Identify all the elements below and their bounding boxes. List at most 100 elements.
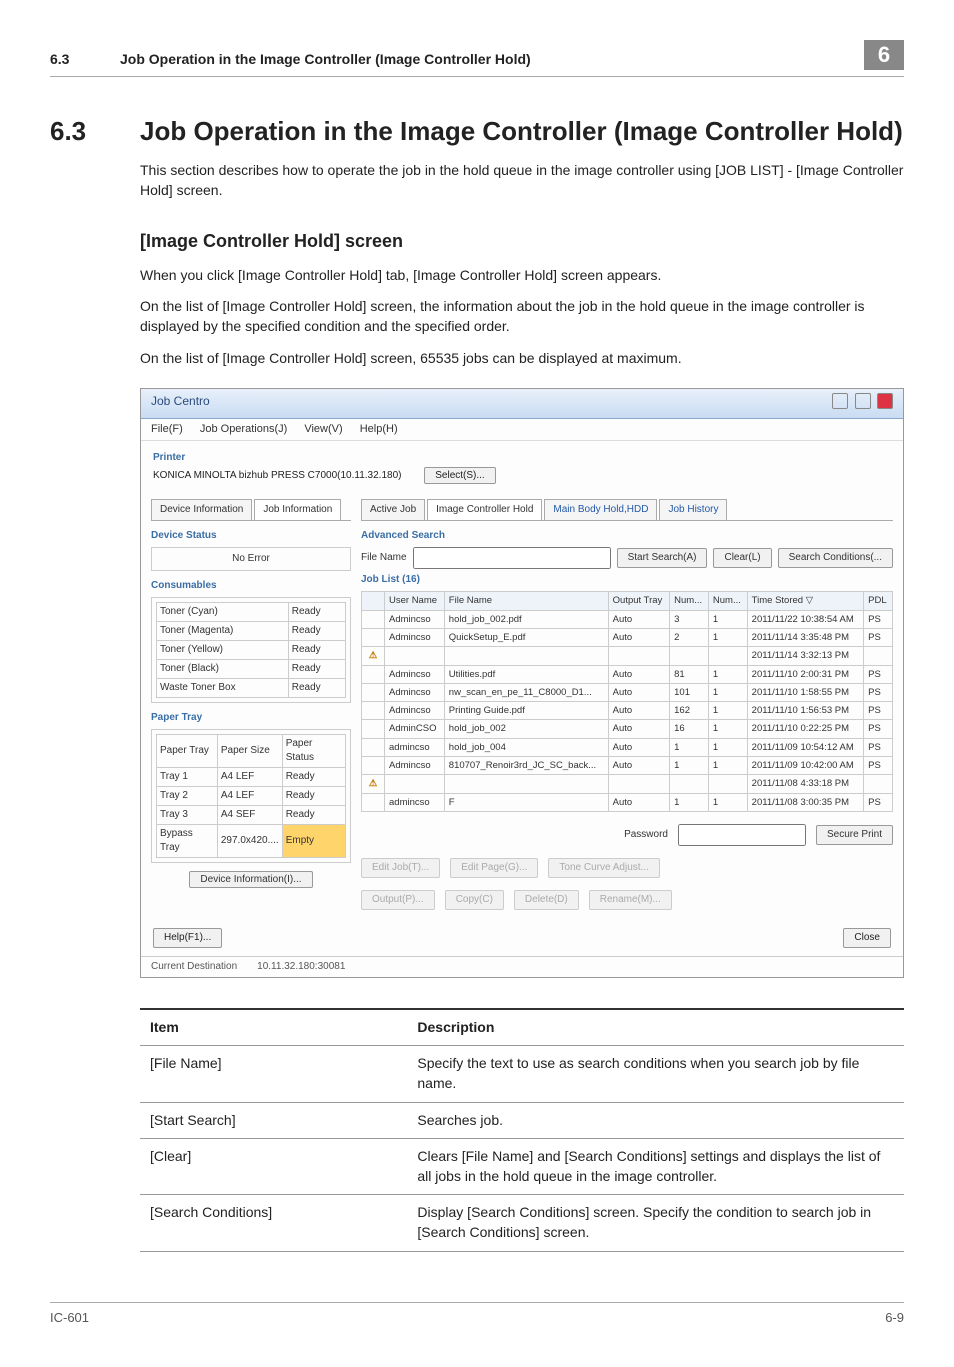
tab-main-body-hold[interactable]: Main Body Hold,HDD: [544, 499, 657, 520]
copy-button[interactable]: Copy(C): [445, 890, 504, 910]
job-row[interactable]: AdmincsoPrinting Guide.pdfAuto16212011/1…: [362, 702, 893, 720]
job-row[interactable]: ⚠2011/11/08 4:33:18 PM: [362, 775, 893, 793]
job-row[interactable]: AdmincsoUtilities.pdfAuto8112011/11/10 2…: [362, 665, 893, 683]
tone-curve-button[interactable]: Tone Curve Adjust...: [548, 858, 660, 878]
consumables-label: Consumables: [151, 579, 351, 593]
password-label: Password: [624, 828, 668, 842]
h1-title: Job Operation in the Image Controller (I…: [140, 113, 903, 149]
col-num1[interactable]: Num...: [670, 592, 709, 610]
desc-text: Display [Search Conditions] screen. Spec…: [407, 1195, 904, 1251]
toner-name: Waste Toner Box: [157, 679, 289, 698]
tray-size: A4 LEF: [217, 768, 282, 787]
printer-label: Printer: [153, 451, 891, 465]
job-row[interactable]: AdmincsoQuickSetup_E.pdfAuto212011/11/14…: [362, 628, 893, 646]
output-button[interactable]: Output(P)...: [361, 890, 435, 910]
status-destination-label: Current Destination: [151, 960, 237, 974]
tray-size: 297.0x420....: [217, 825, 282, 858]
job-row[interactable]: Admincsonw_scan_en_pe_11_C8000_D1...Auto…: [362, 683, 893, 701]
advanced-search-label: Advanced Search: [361, 529, 893, 543]
col-output[interactable]: Output Tray: [608, 592, 669, 610]
col-pdl[interactable]: PDL: [864, 592, 893, 610]
tab-image-controller-hold[interactable]: Image Controller Hold: [427, 499, 542, 520]
desc-text: Searches job.: [407, 1102, 904, 1139]
device-information-button[interactable]: Device Information(I)...: [189, 871, 312, 888]
paper-tray-table: Paper TrayPaper SizePaper StatusTray 1A4…: [156, 734, 346, 858]
device-status-label: Device Status: [151, 529, 351, 543]
col-time[interactable]: Time Stored ▽: [747, 592, 863, 610]
secure-print-button[interactable]: Secure Print: [816, 825, 893, 845]
job-row[interactable]: AdminCSOhold_job_002Auto1612011/11/10 0:…: [362, 720, 893, 738]
tray-size: A4 SEF: [217, 806, 282, 825]
edit-job-button[interactable]: Edit Job(T)...: [361, 858, 440, 878]
app-menu: File(F) Job Operations(J) View(V) Help(H…: [141, 419, 903, 441]
para-3: On the list of [Image Controller Hold] s…: [140, 349, 904, 369]
h1-number: 6.3: [50, 113, 140, 149]
job-row[interactable]: Admincso810707_Renoir3rd_JC_SC_back...Au…: [362, 757, 893, 775]
tray-name: Bypass Tray: [157, 825, 218, 858]
para-1: When you click [Image Controller Hold] t…: [140, 266, 904, 286]
menu-file[interactable]: File(F): [151, 423, 183, 435]
col-user[interactable]: User Name: [385, 592, 445, 610]
desc-item: [Start Search]: [140, 1102, 407, 1139]
minimize-icon[interactable]: [832, 393, 848, 409]
col-num2[interactable]: Num...: [708, 592, 747, 610]
job-row[interactable]: admincsoFAuto112011/11/08 3:00:35 PMPS: [362, 793, 893, 811]
tray-head-2: Paper Size: [217, 735, 282, 768]
warning-icon: ⚠: [366, 777, 380, 790]
close-icon[interactable]: [877, 393, 893, 409]
toner-table: Toner (Cyan)ReadyToner (Magenta)ReadyTon…: [156, 602, 346, 698]
select-printer-button[interactable]: Select(S)...: [424, 467, 495, 484]
tray-status: Ready: [282, 806, 345, 825]
menu-jobops[interactable]: Job Operations(J): [200, 423, 287, 435]
app-screenshot: Job Centro File(F) Job Operations(J) Vie…: [140, 388, 904, 978]
rename-button[interactable]: Rename(M)...: [589, 890, 672, 910]
edit-page-button[interactable]: Edit Page(G)...: [450, 858, 538, 878]
search-conditions-button[interactable]: Search Conditions(...: [778, 548, 893, 568]
toner-status: Ready: [288, 622, 345, 641]
tray-name: Tray 2: [157, 787, 218, 806]
desc-text: Specify the text to use as search condit…: [407, 1046, 904, 1102]
tab-active-job[interactable]: Active Job: [361, 499, 425, 520]
description-table: Item Description [File Name]Specify the …: [140, 1008, 904, 1252]
footer-right: 6-9: [885, 1309, 904, 1327]
tab-job-history[interactable]: Job History: [659, 499, 727, 520]
job-list-table[interactable]: User Name File Name Output Tray Num... N…: [361, 591, 893, 812]
desc-col-description: Description: [407, 1009, 904, 1046]
toner-status: Ready: [288, 641, 345, 660]
device-status-value: No Error: [151, 547, 351, 571]
start-search-button[interactable]: Start Search(A): [617, 548, 708, 568]
clear-button[interactable]: Clear(L): [713, 548, 771, 568]
maximize-icon[interactable]: [855, 393, 871, 409]
toner-name: Toner (Cyan): [157, 603, 289, 622]
delete-button[interactable]: Delete(D): [514, 890, 579, 910]
file-name-input[interactable]: [413, 547, 611, 569]
desc-text: Clears [File Name] and [Search Condition…: [407, 1139, 904, 1195]
intro-text: This section describes how to operate th…: [140, 161, 904, 200]
job-list-label: Job List (16): [361, 573, 893, 587]
job-row[interactable]: Admincsohold_job_002.pdfAuto312011/11/22…: [362, 610, 893, 628]
tray-head-1: Paper Tray: [157, 735, 218, 768]
help-button[interactable]: Help(F1)...: [153, 928, 222, 948]
tab-job-information[interactable]: Job Information: [254, 499, 341, 520]
tab-device-information[interactable]: Device Information: [151, 499, 252, 520]
col-file[interactable]: File Name: [444, 592, 608, 610]
password-input[interactable]: [678, 824, 806, 846]
tray-head-3: Paper Status: [282, 735, 345, 768]
status-destination-value: 10.11.32.180:30081: [257, 960, 345, 974]
desc-item: [Search Conditions]: [140, 1195, 407, 1251]
chapter-badge: 6: [864, 40, 904, 70]
toner-name: Toner (Black): [157, 660, 289, 679]
desc-item: [Clear]: [140, 1139, 407, 1195]
tray-status: Ready: [282, 768, 345, 787]
toner-status: Ready: [288, 603, 345, 622]
close-button[interactable]: Close: [843, 928, 891, 948]
menu-help[interactable]: Help(H): [360, 423, 398, 435]
printer-name: KONICA MINOLTA bizhub PRESS C7000(10.11.…: [153, 470, 401, 481]
h2-title: [Image Controller Hold] screen: [140, 229, 904, 254]
job-row[interactable]: admincsohold_job_004Auto112011/11/09 10:…: [362, 738, 893, 756]
menu-view[interactable]: View(V): [304, 423, 342, 435]
desc-item: [File Name]: [140, 1046, 407, 1102]
job-row[interactable]: ⚠2011/11/14 3:32:13 PM: [362, 647, 893, 665]
desc-col-item: Item: [140, 1009, 407, 1046]
tray-name: Tray 1: [157, 768, 218, 787]
